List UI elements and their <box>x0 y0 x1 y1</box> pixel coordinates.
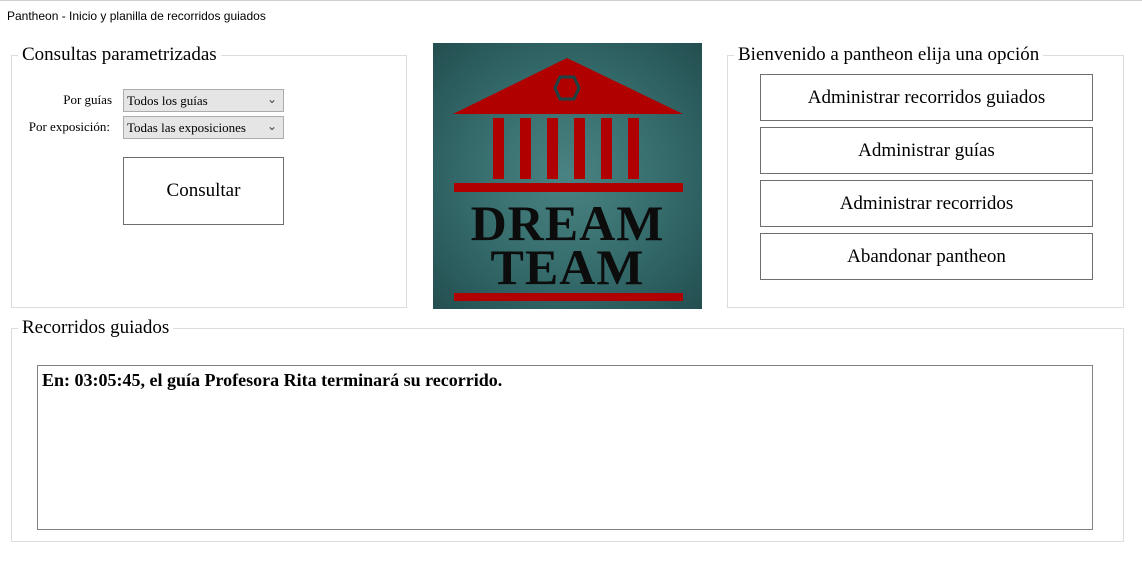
guias-label: Por guías <box>63 92 112 107</box>
menu-group: Bienvenido a pantheon elija una opción A… <box>727 44 1124 308</box>
guias-select-value: Todos los guías <box>127 93 208 108</box>
chevron-down-icon: ⌄ <box>266 119 277 133</box>
consultas-title: Consultas parametrizadas <box>18 44 221 66</box>
menu-title: Bienvenido a pantheon elija una opción <box>734 44 1044 66</box>
guias-select[interactable]: Todos los guías ⌄ <box>123 89 284 112</box>
log-entry: En: 03:05:45, el guía Profesora Rita ter… <box>42 370 503 390</box>
logo-text-team: TEAM <box>490 239 645 295</box>
chevron-down-icon: ⌄ <box>266 92 277 106</box>
administrar-recorridos-guiados-button[interactable]: Administrar recorridos guiados <box>760 74 1093 121</box>
recorridos-log[interactable]: En: 03:05:45, el guía Profesora Rita ter… <box>37 365 1093 530</box>
exposicion-select[interactable]: Todas las exposiciones ⌄ <box>123 116 284 139</box>
recorridos-title: Recorridos guiados <box>18 317 174 339</box>
consultas-group: Consultas parametrizadas Por guías Todos… <box>11 44 407 308</box>
exposicion-label: Por exposición: <box>28 119 110 134</box>
consultar-button[interactable]: Consultar <box>123 157 284 225</box>
dream-team-logo: DREAM TEAM <box>433 43 702 309</box>
abandonar-pantheon-button[interactable]: Abandonar pantheon <box>760 233 1093 280</box>
window-title: Pantheon - Inicio y planilla de recorrid… <box>0 0 1142 30</box>
exposicion-select-value: Todas las exposiciones <box>127 120 246 135</box>
administrar-recorridos-button[interactable]: Administrar recorridos <box>760 180 1093 227</box>
administrar-guias-button[interactable]: Administrar guías <box>760 127 1093 174</box>
